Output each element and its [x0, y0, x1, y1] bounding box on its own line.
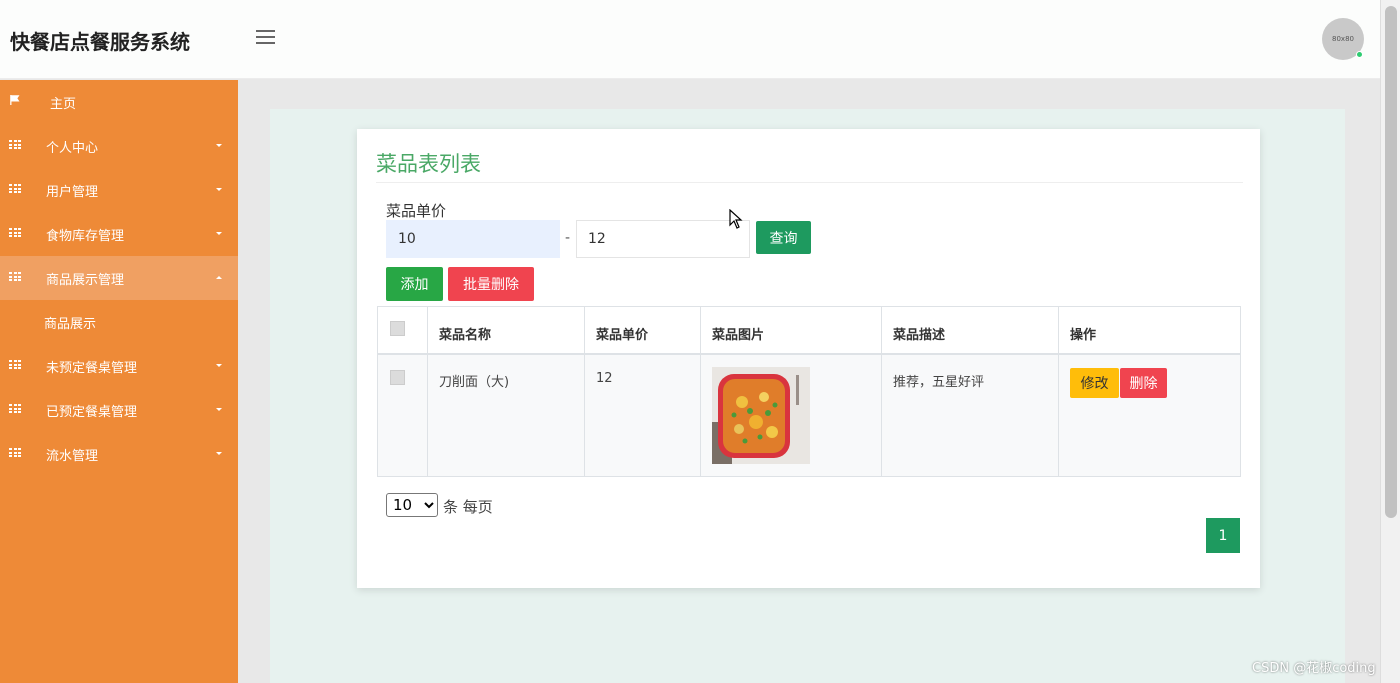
max-price-input[interactable] — [576, 220, 750, 258]
min-price-input[interactable] — [386, 220, 560, 258]
select-all-checkbox[interactable] — [390, 321, 405, 336]
page-size-select[interactable]: 10 — [386, 493, 438, 517]
batch-delete-button[interactable]: 批量删除 — [448, 267, 534, 301]
price-filter-label: 菜品单价 — [386, 202, 447, 220]
caret-down-icon — [216, 452, 222, 455]
page-size-label: 条 每页 — [443, 498, 493, 516]
sidebar-item-label: 未预定餐桌管理 — [46, 360, 138, 376]
flag-icon — [10, 95, 20, 105]
add-button[interactable]: 添加 — [386, 267, 443, 301]
caret-down-icon — [216, 188, 222, 191]
column-divider — [1058, 307, 1059, 476]
grid-icon — [9, 228, 21, 238]
sidebar-item-product-display-management[interactable]: 商品展示管理 — [0, 256, 238, 300]
sidebar-item-label: 个人中心 — [46, 140, 99, 156]
sidebar-item-cash-flow[interactable]: 流水管理 — [0, 432, 238, 476]
mouse-cursor-icon — [729, 209, 743, 229]
caret-down-icon — [216, 232, 222, 235]
grid-icon — [9, 184, 21, 194]
caret-down-icon — [216, 364, 222, 367]
edit-button[interactable]: 修改 — [1070, 368, 1119, 398]
dish-image — [712, 367, 810, 464]
dish-list-card: 菜品表列表 菜品单价 - 查询 添加 批量删除 菜品名称 菜品单价 菜品图片 菜… — [357, 129, 1260, 588]
sidebar-item-user-management[interactable]: 用户管理 — [0, 168, 238, 212]
dish-price-cell: 12 — [596, 371, 613, 386]
sidebar-item-unreserved-tables[interactable]: 未预定餐桌管理 — [0, 344, 238, 388]
grid-icon — [9, 448, 21, 458]
grid-icon — [9, 272, 21, 282]
sidebar: 主页 个人中心 用户管理 食物库存管理 商品展示管理 商品展示 未预定餐桌管理 … — [0, 80, 238, 683]
caret-up-icon — [216, 276, 222, 279]
avatar-text: 80x80 — [1332, 35, 1354, 43]
sidebar-item-label: 商品展示管理 — [46, 272, 125, 288]
range-separator: - — [565, 230, 571, 246]
column-header: 菜品单价 — [596, 328, 649, 343]
sidebar-item-label: 用户管理 — [46, 184, 99, 200]
online-status-dot — [1356, 51, 1363, 58]
sidebar-item-label: 商品展示 — [44, 316, 97, 332]
column-divider — [881, 307, 882, 476]
sidebar-item-label: 食物库存管理 — [46, 228, 125, 244]
page-title: 菜品表列表 — [376, 152, 481, 176]
column-divider — [584, 307, 585, 476]
sidebar-item-home[interactable]: 主页 — [0, 80, 238, 124]
query-button[interactable]: 查询 — [756, 221, 811, 254]
sidebar-item-label: 主页 — [50, 96, 77, 112]
avatar[interactable]: 80x80 — [1322, 18, 1364, 60]
row-checkbox[interactable] — [390, 370, 405, 385]
column-header: 菜品名称 — [439, 328, 492, 343]
sidebar-item-personal-center[interactable]: 个人中心 — [0, 124, 238, 168]
watermark: CSDN @花椒coding — [1252, 661, 1376, 676]
scrollbar-thumb[interactable] — [1385, 6, 1397, 518]
page-scrollbar[interactable] — [1380, 0, 1400, 683]
column-divider — [427, 307, 428, 476]
sidebar-item-food-inventory[interactable]: 食物库存管理 — [0, 212, 238, 256]
column-header: 操作 — [1070, 328, 1097, 343]
title-divider — [376, 182, 1243, 183]
top-bar: 快餐店点餐服务系统 80x80 — [0, 0, 1380, 79]
table-row: 刀削面（大) 12 推荐，五星好评 修改 删除 — [378, 355, 1240, 476]
grid-icon — [9, 140, 21, 150]
caret-down-icon — [216, 408, 222, 411]
column-divider — [700, 307, 701, 476]
grid-icon — [9, 404, 21, 414]
column-header: 菜品描述 — [893, 328, 946, 343]
sidebar-item-reserved-tables[interactable]: 已预定餐桌管理 — [0, 388, 238, 432]
menu-toggle-icon[interactable] — [256, 30, 275, 46]
dish-description-cell: 推荐，五星好评 — [893, 375, 985, 390]
dish-table: 菜品名称 菜品单价 菜品图片 菜品描述 操作 刀削面（大) 12 推荐，五星好评… — [377, 306, 1241, 477]
grid-icon — [9, 360, 21, 370]
caret-down-icon — [216, 144, 222, 147]
column-header: 菜品图片 — [712, 328, 765, 343]
table-header: 菜品名称 菜品单价 菜品图片 菜品描述 操作 — [378, 307, 1240, 355]
sidebar-item-label: 流水管理 — [46, 448, 99, 464]
sidebar-subitem-product-display[interactable]: 商品展示 — [0, 300, 238, 344]
page-1-button[interactable]: 1 — [1206, 518, 1240, 553]
sidebar-item-label: 已预定餐桌管理 — [46, 404, 138, 420]
app-title: 快餐店点餐服务系统 — [10, 30, 190, 54]
dish-name-cell: 刀削面（大) — [439, 375, 510, 390]
delete-button[interactable]: 删除 — [1120, 368, 1167, 398]
